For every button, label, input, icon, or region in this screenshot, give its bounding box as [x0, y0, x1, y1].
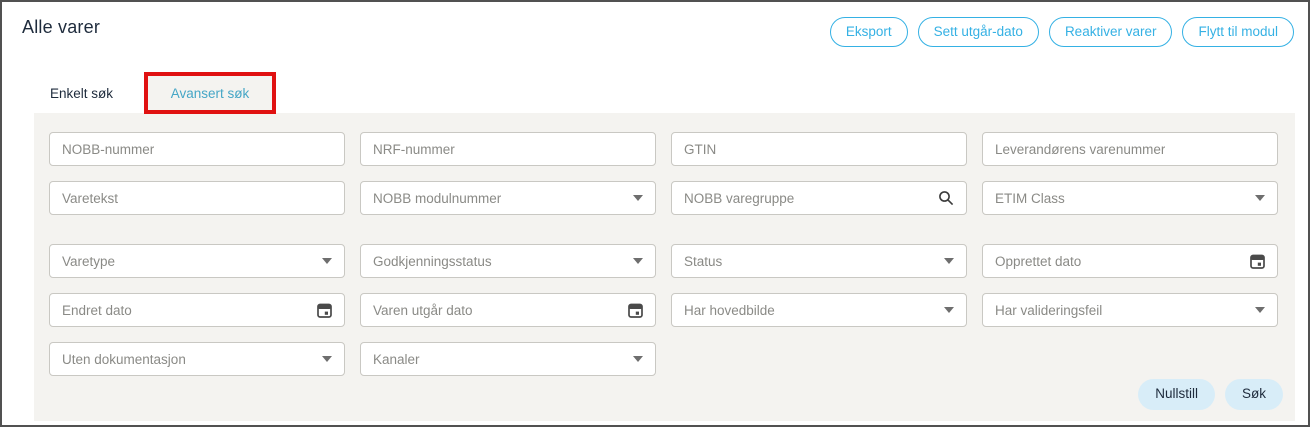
search-icon — [938, 190, 954, 206]
filter-field-kanaler[interactable]: Kanaler — [360, 342, 656, 376]
calendar-icon — [317, 303, 332, 318]
field-placeholder: Varen utgår dato — [373, 303, 473, 318]
filter-field-varetype[interactable]: Varetype — [49, 244, 345, 278]
filter-field-nobb-nummer[interactable]: NOBB-nummer — [49, 132, 345, 166]
footer-actions: Nullstill Søk — [1138, 379, 1283, 410]
calendar-icon — [628, 303, 643, 318]
chevron-down-icon — [633, 258, 643, 264]
field-placeholder: Har hovedbilde — [684, 303, 775, 318]
field-placeholder: Endret dato — [62, 303, 132, 318]
filter-field-har-hovedbilde[interactable]: Har hovedbilde — [671, 293, 967, 327]
filter-field-gtin[interactable]: GTIN — [671, 132, 967, 166]
field-placeholder: Varetekst — [62, 191, 118, 206]
chevron-down-icon — [944, 307, 954, 313]
chevron-down-icon — [322, 356, 332, 362]
field-placeholder: Status — [684, 254, 722, 269]
filter-field-varetekst[interactable]: Varetekst — [49, 181, 345, 215]
field-placeholder: Varetype — [62, 254, 115, 269]
field-placeholder: NRF-nummer — [373, 142, 455, 157]
flytt-til-modul-button[interactable]: Flytt til modul — [1182, 17, 1294, 47]
page-title: Alle varer — [22, 17, 100, 38]
filter-grid-bottom: Varetype Godkjenningsstatus Status Opprette… — [49, 244, 1278, 376]
chevron-down-icon — [322, 258, 332, 264]
annotation-highlight-box: Avansert søk — [144, 72, 276, 114]
field-placeholder: NOBB modulnummer — [373, 191, 501, 206]
filter-field-status[interactable]: Status — [671, 244, 967, 278]
filter-field-endret-dato[interactable]: Endret dato — [49, 293, 345, 327]
filter-grid-top: NOBB-nummer NRF-nummer GTIN Leverandørens v… — [49, 132, 1278, 215]
field-placeholder: Uten dokumentasjon — [62, 352, 186, 367]
tab-enkelt-sok[interactable]: Enkelt søk — [50, 86, 113, 101]
search-button[interactable]: Søk — [1225, 379, 1283, 410]
field-placeholder: Leverandørens varenummer — [995, 142, 1165, 157]
app-window: Alle varer Eksport Sett utgår-dato Reaktiv… — [0, 0, 1310, 427]
reaktiver-varer-button[interactable]: Reaktiver varer — [1049, 17, 1173, 47]
chevron-down-icon — [1255, 195, 1265, 201]
filter-field-nobb-varegruppe[interactable]: NOBB varegruppe — [671, 181, 967, 215]
field-placeholder: NOBB-nummer — [62, 142, 154, 157]
filter-field-nrf-nummer[interactable]: NRF-nummer — [360, 132, 656, 166]
reset-button[interactable]: Nullstill — [1138, 379, 1215, 410]
eksport-button[interactable]: Eksport — [830, 17, 908, 47]
calendar-icon — [1250, 254, 1265, 269]
filter-field-nobb-modulnummer[interactable]: NOBB modulnummer — [360, 181, 656, 215]
tab-avansert-sok[interactable]: Avansert søk — [148, 76, 272, 110]
filter-field-varen-utgar-dato[interactable]: Varen utgår dato — [360, 293, 656, 327]
filter-field-godkjenningsstatus[interactable]: Godkjenningsstatus — [360, 244, 656, 278]
chevron-down-icon — [633, 356, 643, 362]
filter-field-har-valideringsfeil[interactable]: Har valideringsfeil — [982, 293, 1278, 327]
field-placeholder: NOBB varegruppe — [684, 191, 794, 206]
filter-field-etim-class[interactable]: ETIM Class — [982, 181, 1278, 215]
field-placeholder: GTIN — [684, 142, 716, 157]
chevron-down-icon — [1255, 307, 1265, 313]
advanced-search-panel: NOBB-nummer NRF-nummer GTIN Leverandørens v… — [34, 113, 1295, 421]
chevron-down-icon — [944, 258, 954, 264]
filter-field-uten-dokumentasjon[interactable]: Uten dokumentasjon — [49, 342, 345, 376]
filter-field-opprettet-dato[interactable]: Opprettet dato — [982, 244, 1278, 278]
field-placeholder: Opprettet dato — [995, 254, 1081, 269]
chevron-down-icon — [633, 195, 643, 201]
field-placeholder: Kanaler — [373, 352, 420, 367]
filter-field-leverandorens-varenummer[interactable]: Leverandørens varenummer — [982, 132, 1278, 166]
field-placeholder: Har valideringsfeil — [995, 303, 1102, 318]
page-header: Alle varer Eksport Sett utgår-dato Reaktiv… — [2, 2, 1308, 47]
field-placeholder: Godkjenningsstatus — [373, 254, 492, 269]
header-action-buttons: Eksport Sett utgår-dato Reaktiver varer Fly… — [830, 17, 1294, 47]
sett-utgar-dato-button[interactable]: Sett utgår-dato — [918, 17, 1039, 47]
field-placeholder: ETIM Class — [995, 191, 1065, 206]
